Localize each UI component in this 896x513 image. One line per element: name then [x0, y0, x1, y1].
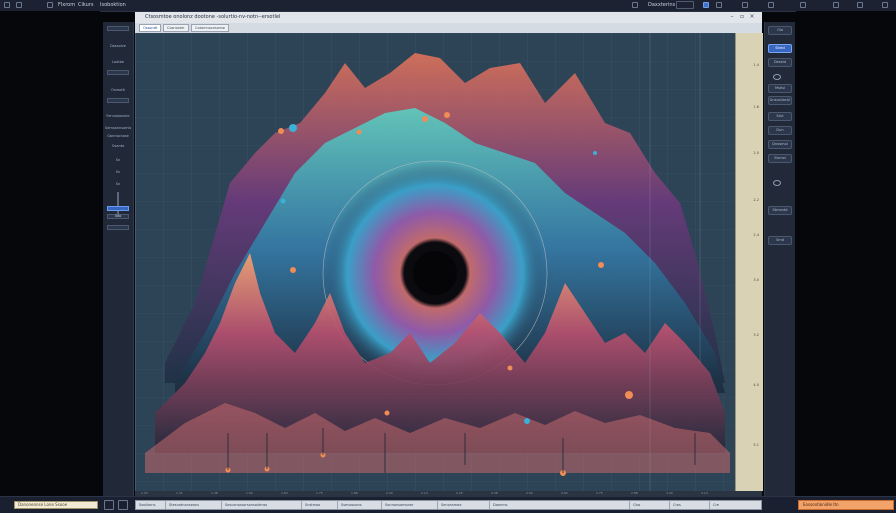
- notifications-icon[interactable]: [857, 2, 863, 8]
- panel-button-2[interactable]: Stntd: [768, 44, 792, 53]
- panel-button-3[interactable]: Desstd: [768, 58, 792, 67]
- panel-button-4[interactable]: Mstlsl: [768, 84, 792, 93]
- menu-item-1[interactable]: Flxrom: [58, 1, 75, 10]
- status-seg-9[interactable]: Clos: [630, 501, 670, 509]
- tab-1[interactable]: Ossondt: [139, 24, 162, 32]
- tool-label-3: Osmotlt: [111, 88, 125, 92]
- status-seg-11[interactable]: Cre: [710, 501, 761, 509]
- status-seg-10[interactable]: Cros: [670, 501, 710, 509]
- document-title: Ctsosmtoe onolonz dootone -solurtio-nv-n…: [145, 14, 281, 20]
- vruler-tick-5: 2.4: [753, 233, 759, 237]
- tool-label-4: Fennoloosme: [106, 114, 130, 118]
- top-menu-bar: Flxrom Cikurs Isoboktion Daxxterins: [0, 0, 896, 12]
- tool-label-6: Gannsonose: [107, 134, 129, 138]
- status-segments: Sootlorns Stesnotnonseons Sesconsosorson…: [135, 500, 762, 510]
- user-icon[interactable]: [768, 2, 774, 8]
- vruler-tick-9: 5.1: [753, 443, 759, 447]
- close-icon[interactable]: [882, 2, 888, 8]
- status-seg-5[interactable]: Ssenosoons: [338, 501, 382, 509]
- view-icon[interactable]: [703, 2, 709, 8]
- tab-2[interactable]: Cosnoster: [163, 24, 189, 32]
- app-window: Flxrom Cikurs Isoboktion Daxxterins Dass…: [0, 0, 896, 513]
- tool-button-1[interactable]: [107, 26, 129, 31]
- prev-icon[interactable]: [104, 500, 114, 510]
- status-seg-7[interactable]: Senonsmoe: [438, 501, 490, 509]
- panel-button-10[interactable]: Stmontd: [768, 206, 792, 215]
- tool-label-2: Lootbe: [112, 60, 124, 64]
- layout-icon[interactable]: [716, 2, 722, 8]
- app-menu-icon[interactable]: [4, 2, 10, 8]
- tool-label-5: Semsonnsomls: [105, 126, 131, 130]
- tool-label-1: Dassolve: [110, 44, 126, 48]
- tool-label-10: Sn: [115, 182, 121, 186]
- panel-button-11[interactable]: Smd: [768, 236, 792, 245]
- left-empty-pane: [0, 11, 100, 496]
- panel-button-5[interactable]: Gneusiloct/l: [768, 96, 792, 105]
- active-tool-button[interactable]: [107, 206, 129, 211]
- share-icon[interactable]: [742, 2, 748, 8]
- tool-label-7: Osanto: [111, 144, 125, 148]
- vruler-tick-1: 1.4: [753, 63, 759, 67]
- menu-item-3[interactable]: Isoboktion: [100, 1, 126, 10]
- next-icon[interactable]: [118, 500, 128, 510]
- settings-icon[interactable]: [800, 2, 806, 8]
- tool-button-4[interactable]: [107, 225, 129, 230]
- tool-label-9: Sn: [115, 170, 121, 174]
- layer-icon[interactable]: [773, 180, 781, 186]
- vruler-tick-6: 3.0: [753, 278, 759, 282]
- eye-icon[interactable]: [773, 74, 781, 80]
- right-empty-pane: [796, 11, 896, 496]
- vruler-tick-7: 3.2: [753, 333, 759, 337]
- close-window-icon[interactable]: ×: [749, 14, 755, 20]
- status-seg-1[interactable]: Sootlorns: [136, 501, 166, 509]
- vruler-tick-3: 2.0: [753, 151, 759, 155]
- center-hole: [413, 251, 457, 295]
- document-window: Ctsosmtoe onolonz dootone -solurtio-nv-n…: [135, 12, 763, 496]
- tool-button-2[interactable]: [107, 70, 129, 75]
- bottom-left-field[interactable]: Danoneonse Lone Ssooe: [14, 501, 98, 509]
- waveform-artwork: [135, 33, 735, 491]
- workspace-label: Daxxterins: [648, 2, 676, 8]
- bottom-right-field[interactable]: Eossontionidle Itn: [798, 500, 894, 510]
- panel-icon[interactable]: [632, 2, 638, 8]
- panel-button-7[interactable]: Dun: [768, 126, 792, 135]
- tab-3[interactable]: Cotomnsonsonse: [191, 24, 230, 32]
- tool-button-3[interactable]: [107, 98, 129, 103]
- status-seg-8[interactable]: Doenms: [490, 501, 630, 509]
- maximize-icon[interactable]: ▫: [739, 14, 745, 20]
- panel-button-8[interactable]: Dnosmol: [768, 140, 792, 149]
- panel-button-6[interactable]: Stut: [768, 112, 792, 121]
- artwork-canvas[interactable]: [135, 33, 735, 491]
- toggle-button[interactable]: [676, 1, 694, 9]
- panel-button-1[interactable]: Oio: [768, 26, 792, 35]
- status-seg-4[interactable]: Snstmoo: [302, 501, 338, 509]
- menu-item-2[interactable]: Cikurs: [78, 1, 93, 10]
- vruler-tick-2: 1.6: [753, 105, 759, 109]
- minimize-icon[interactable]: –: [729, 14, 735, 20]
- vruler-tick-4: 2.2: [753, 198, 759, 202]
- left-tool-panel: Dassolve Lootbe Osmotlt Fennoloosme Sems…: [103, 22, 134, 496]
- panel-button-9[interactable]: Slsmol: [768, 154, 792, 163]
- tool-label-8: Sn: [115, 158, 121, 162]
- file-icon[interactable]: [16, 2, 22, 8]
- status-seg-6[interactable]: Sonnonsomoner: [382, 501, 438, 509]
- right-tool-panel: Oio Stntd Desstd Mstlsl Gneusiloct/l Stu…: [764, 22, 795, 496]
- tool-value-field[interactable]: 0do: [107, 214, 129, 219]
- bottom-status-bar: Danoneonse Lone Ssooe Sootlorns Stesnotn…: [0, 496, 896, 513]
- status-seg-3[interactable]: Sesconsosorsonsaidmss: [222, 501, 302, 509]
- help-icon[interactable]: [833, 2, 839, 8]
- grid-icon[interactable]: [47, 2, 53, 8]
- vruler-tick-8: 4.0: [753, 383, 759, 387]
- vertical-ruler[interactable]: 1.4 1.6 2.0 2.2 2.4 3.0 3.2 4.0 5.1: [735, 33, 763, 491]
- status-seg-2[interactable]: Stesnotnonseons: [166, 501, 222, 509]
